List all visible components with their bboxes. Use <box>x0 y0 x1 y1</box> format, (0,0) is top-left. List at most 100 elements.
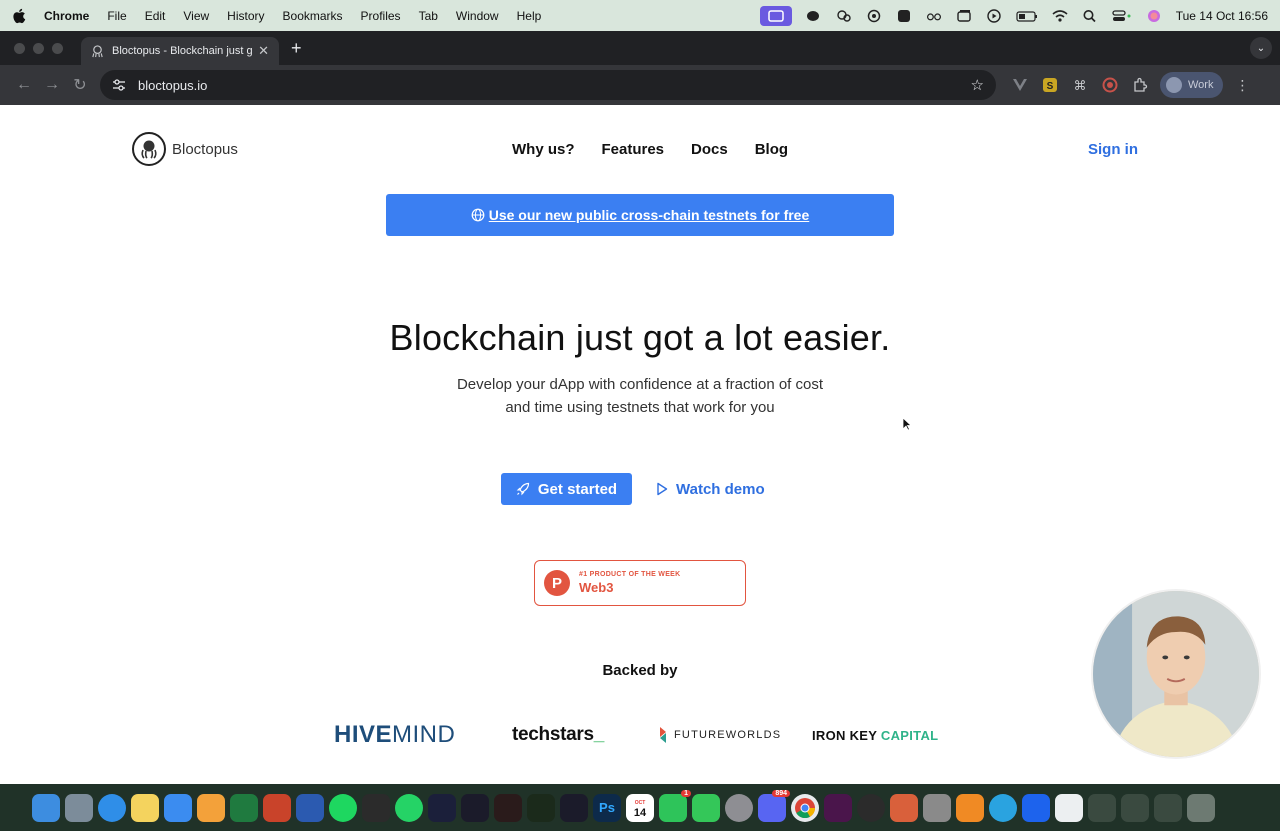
globe-icon <box>471 208 485 222</box>
new-tab-icon[interactable]: + <box>291 38 302 59</box>
docker-icon[interactable] <box>1022 793 1050 822</box>
menu-profiles[interactable]: Profiles <box>361 9 401 23</box>
nav-docs[interactable]: Docs <box>691 141 728 158</box>
menu-history[interactable]: History <box>227 9 264 23</box>
claude-icon[interactable] <box>890 793 918 822</box>
menu-tab[interactable]: Tab <box>419 9 438 23</box>
mail-icon[interactable] <box>164 793 192 822</box>
battery-icon[interactable] <box>1016 9 1038 23</box>
profile-button[interactable]: Work <box>1160 72 1224 98</box>
control-center-icon[interactable] <box>1112 9 1132 23</box>
bookmark-star-icon[interactable]: ☆ <box>971 76 984 94</box>
product-hunt-badge[interactable]: P #1 PRODUCT OF THE WEEK Web3 <box>534 560 746 606</box>
whatsapp-icon[interactable] <box>395 793 423 822</box>
get-started-label: Get started <box>537 480 618 498</box>
excel-icon[interactable] <box>230 793 258 822</box>
safari-icon[interactable] <box>98 793 126 822</box>
document-icon[interactable] <box>1055 793 1083 822</box>
minimize-window-button[interactable] <box>33 42 44 54</box>
siri-icon[interactable] <box>1146 9 1162 23</box>
wechat-icon[interactable] <box>806 9 822 23</box>
minimized-window-1-icon[interactable] <box>1088 793 1116 822</box>
techstars-logo-text: techstars <box>512 724 594 745</box>
nav-blog[interactable]: Blog <box>755 141 788 158</box>
site-logo[interactable]: Bloctopus <box>132 132 238 166</box>
hero-subline-1: Develop your dApp with confidence at a f… <box>456 376 824 393</box>
play-icon[interactable] <box>986 8 1002 23</box>
window-controls <box>14 42 63 54</box>
record-extension-icon[interactable] <box>1102 77 1118 93</box>
menu-file[interactable]: File <box>107 9 126 23</box>
tab-search-icon[interactable]: ⌄ <box>1250 37 1272 59</box>
webstorm-icon[interactable] <box>428 793 456 822</box>
browser-tab-active[interactable]: Bloctopus - Blockchain just g ✕ <box>81 37 279 65</box>
messages-icon[interactable] <box>692 793 720 822</box>
powerpoint-icon[interactable] <box>263 793 291 822</box>
script-editor-icon[interactable] <box>923 793 951 822</box>
address-bar[interactable]: bloctopus.io ☆ <box>100 70 996 100</box>
telegram-icon[interactable] <box>989 793 1017 822</box>
window-icon[interactable] <box>956 9 972 23</box>
slack-icon[interactable] <box>824 793 852 822</box>
nav-features[interactable]: Features <box>602 141 665 158</box>
discord-icon[interactable]: 894 <box>758 789 790 822</box>
close-window-button[interactable] <box>14 42 25 54</box>
s-extension-icon[interactable]: S <box>1042 77 1058 93</box>
wifi-icon[interactable] <box>1052 9 1068 23</box>
calendar-icon[interactable]: OCT 14 <box>626 793 654 822</box>
forward-icon[interactable]: → <box>38 76 66 94</box>
terminal-icon[interactable] <box>362 793 390 822</box>
close-tab-icon[interactable]: ✕ <box>258 43 269 59</box>
word-icon[interactable] <box>296 793 324 822</box>
pycharm-icon[interactable] <box>527 793 555 822</box>
back-icon[interactable]: ← <box>10 76 38 94</box>
browser-window: Bloctopus - Blockchain just g ✕ + ⌄ ← → … <box>0 31 1280 784</box>
watch-demo-button[interactable]: Watch demo <box>656 481 765 498</box>
intellij-icon[interactable] <box>461 793 489 822</box>
finder-icon[interactable] <box>32 793 60 822</box>
menu-app-name[interactable]: Chrome <box>44 9 89 23</box>
chatgpt-icon[interactable] <box>866 9 882 23</box>
menu-edit[interactable]: Edit <box>145 9 166 23</box>
sublime-text-icon[interactable] <box>956 793 984 822</box>
launchpad-icon[interactable] <box>65 793 93 822</box>
rustrover-icon[interactable] <box>494 793 522 822</box>
goland-icon[interactable] <box>560 793 588 822</box>
minimized-window-3-icon[interactable] <box>1154 793 1182 822</box>
facetime-icon[interactable]: 1 <box>659 789 691 822</box>
futureworlds-mark-icon <box>660 727 666 743</box>
command-extension-icon[interactable]: ⌘ <box>1072 77 1088 93</box>
vue-devtools-icon[interactable] <box>1012 77 1028 93</box>
photoshop-icon[interactable]: Ps <box>593 793 621 822</box>
menu-help[interactable]: Help <box>517 9 542 23</box>
photos-icon[interactable] <box>197 793 225 822</box>
browser-menu-icon[interactable]: ⋮ <box>1235 77 1249 94</box>
sign-in-link[interactable]: Sign in <box>1088 141 1138 158</box>
get-started-button[interactable]: Get started <box>501 473 632 505</box>
techstars-logo-underscore: _ <box>593 724 605 745</box>
reload-icon[interactable]: ↻ <box>66 75 94 95</box>
system-settings-icon[interactable] <box>725 793 753 822</box>
glasses-icon[interactable] <box>926 9 942 23</box>
site-info-icon[interactable] <box>112 78 126 92</box>
wechat-work-icon[interactable] <box>836 9 852 23</box>
nav-why-us[interactable]: Why us? <box>512 141 575 158</box>
extensions-puzzle-icon[interactable] <box>1132 77 1148 93</box>
perplexity-icon[interactable] <box>896 9 912 23</box>
minimized-window-2-icon[interactable] <box>1121 793 1149 822</box>
trash-icon[interactable] <box>1187 793 1215 822</box>
apple-icon[interactable] <box>12 8 26 24</box>
zoom-window-button[interactable] <box>52 42 63 54</box>
menu-bookmarks[interactable]: Bookmarks <box>283 9 343 23</box>
notes-icon[interactable] <box>131 793 159 822</box>
menu-bar-clock[interactable]: Tue 14 Oct 16:56 <box>1176 9 1268 23</box>
chatgpt-dock-icon[interactable] <box>857 793 885 822</box>
testnet-announcement-banner[interactable]: Use our new public cross-chain testnets … <box>386 194 894 236</box>
chrome-icon[interactable] <box>791 793 819 822</box>
screen-record-icon[interactable] <box>759 5 792 26</box>
rocket-icon <box>516 482 529 496</box>
spotify-icon[interactable] <box>329 793 357 822</box>
menu-view[interactable]: View <box>183 9 209 23</box>
spotlight-search-icon[interactable] <box>1082 9 1098 23</box>
menu-window[interactable]: Window <box>456 9 499 23</box>
